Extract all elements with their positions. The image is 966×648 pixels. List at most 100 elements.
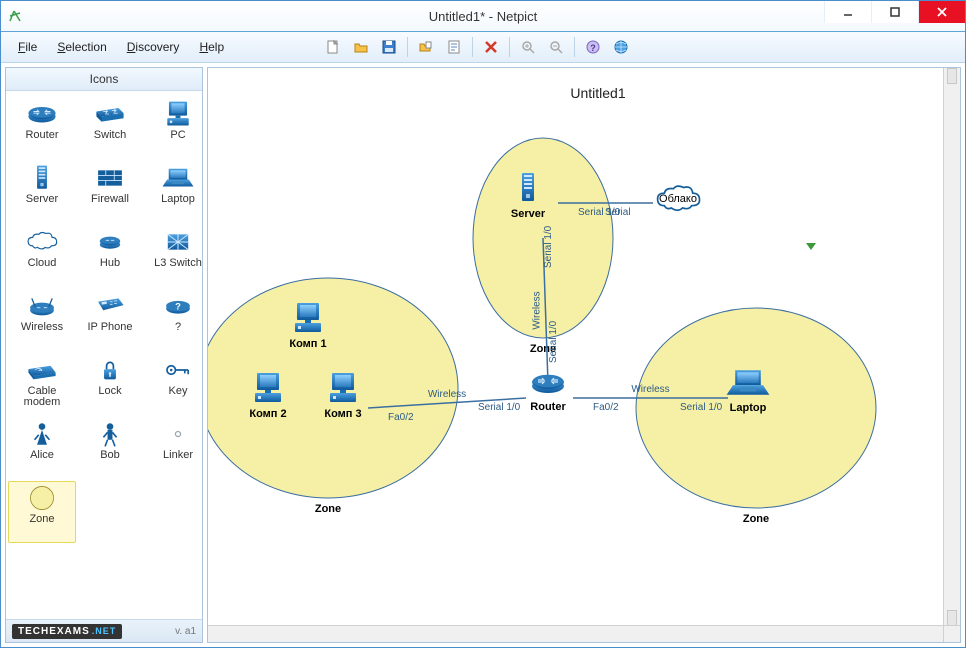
unknown-icon	[161, 292, 195, 320]
titlebar: Untitled1* - Netpict	[1, 1, 965, 32]
palette-label: Laptop	[161, 194, 195, 205]
canvas-pane: Untitled1ZoneZoneZoneWirelessFa0/2Serial…	[207, 67, 961, 643]
palette-wireless[interactable]: Wireless	[8, 289, 76, 351]
web-button[interactable]	[609, 35, 633, 59]
version-label: v. a1	[175, 626, 196, 637]
app-window: Untitled1* - Netpict File Selection Disc…	[0, 0, 966, 648]
help-button[interactable]: ?	[581, 35, 605, 59]
lock-icon	[93, 356, 127, 384]
node-cloud[interactable]: Облако	[658, 186, 700, 210]
icons-grid: Router Switch PC Server Firewall Laptop …	[6, 91, 202, 619]
techexams-logo: TECHEXAMS.NET	[12, 624, 122, 639]
link-to-label: Serial 1/0	[543, 225, 554, 268]
palette-label: Router	[25, 130, 58, 141]
menu-discovery[interactable]: Discovery	[118, 35, 189, 59]
menu-selection[interactable]: Selection	[48, 35, 115, 59]
delete-button[interactable]	[479, 35, 503, 59]
link-to-label: Serial	[605, 207, 631, 218]
zone-label: Zone	[315, 503, 341, 515]
palette-l3switch[interactable]: L3 Switch	[144, 225, 212, 287]
node-label: Комп 2	[249, 408, 286, 420]
palette-label: ?	[175, 322, 181, 333]
zoom-in-button[interactable]	[516, 35, 540, 59]
link-mid-label: Wireless	[428, 389, 466, 400]
palette-unknown[interactable]: ?	[144, 289, 212, 351]
linker-icon	[161, 420, 195, 448]
toolbar-separator	[407, 37, 408, 57]
menu-file[interactable]: File	[9, 35, 46, 59]
l3switch-icon	[161, 228, 195, 256]
menu-list: File Selection Discovery Help	[1, 35, 241, 59]
palette-alice[interactable]: Alice	[8, 417, 76, 479]
palette-zone[interactable]: Zone	[8, 481, 76, 543]
canvas-title: Untitled1	[570, 85, 625, 101]
bob-icon	[93, 420, 127, 448]
switch-icon	[93, 100, 127, 128]
alice-icon	[25, 420, 59, 448]
zone-icon	[25, 484, 59, 512]
vertical-scrollbar[interactable]	[943, 68, 960, 626]
horizontal-scrollbar[interactable]	[208, 625, 944, 642]
palette-cloud[interactable]: Cloud	[8, 225, 76, 287]
palette-ipphone[interactable]: IP Phone	[76, 289, 144, 351]
node-label: Router	[530, 401, 566, 413]
palette-cablemodem[interactable]: Cable modem	[8, 353, 76, 415]
server-icon	[25, 164, 59, 192]
palette-label: Server	[26, 194, 58, 205]
palette-label: Wireless	[21, 322, 63, 333]
palette-router[interactable]: Router	[8, 97, 76, 159]
palette-label: Cloud	[28, 258, 57, 269]
new-button[interactable]	[321, 35, 345, 59]
palette-laptop[interactable]: Laptop	[144, 161, 212, 223]
router-icon	[25, 100, 59, 128]
toolbar-separator	[509, 37, 510, 57]
palette-label: L3 Switch	[154, 258, 202, 269]
palette-linker[interactable]: Linker	[144, 417, 212, 479]
maximize-button[interactable]	[871, 1, 918, 23]
palette-key[interactable]: Key	[144, 353, 212, 415]
minimize-button[interactable]	[824, 1, 871, 23]
selection-marker-icon	[806, 243, 816, 250]
scroll-corner	[943, 625, 960, 642]
palette-lock[interactable]: Lock	[76, 353, 144, 415]
open-button[interactable]	[349, 35, 373, 59]
palette-label: Hub	[100, 258, 120, 269]
palette-pc[interactable]: PC	[144, 97, 212, 159]
palette-label: Bob	[100, 450, 120, 461]
palette-label: Switch	[94, 130, 126, 141]
copy-button[interactable]	[414, 35, 438, 59]
icons-panel: Icons Router Switch PC Server Firewall L…	[5, 67, 203, 643]
palette-label: Linker	[163, 450, 193, 461]
palette-bob[interactable]: Bob	[76, 417, 144, 479]
diagram-canvas[interactable]: Untitled1ZoneZoneZoneWirelessFa0/2Serial…	[208, 68, 944, 642]
toolbar: ?	[321, 35, 633, 59]
node-label: Облако	[659, 193, 697, 205]
cloud-icon	[25, 228, 59, 256]
key-icon	[161, 356, 195, 384]
menu-help[interactable]: Help	[190, 35, 233, 59]
palette-label: Key	[169, 386, 188, 397]
save-button[interactable]	[377, 35, 401, 59]
palette-server[interactable]: Server	[8, 161, 76, 223]
palette-label: Firewall	[91, 194, 129, 205]
clipboard-button[interactable]	[442, 35, 466, 59]
node-router[interactable]: Router	[530, 375, 566, 413]
zone-label: Zone	[743, 513, 769, 525]
window-title: Untitled1* - Netpict	[1, 9, 965, 24]
zoom-out-button[interactable]	[544, 35, 568, 59]
cablemodem-icon	[25, 356, 59, 384]
svg-text:?: ?	[590, 43, 596, 53]
palette-firewall[interactable]: Firewall	[76, 161, 144, 223]
link-from-label: Fa0/2	[593, 402, 619, 413]
node-label: Комп 3	[324, 408, 361, 420]
hub-icon	[93, 228, 127, 256]
app-icon	[7, 8, 23, 24]
node-label: Комп 1	[289, 338, 326, 350]
window-controls	[824, 1, 965, 23]
menubar: File Selection Discovery Help	[1, 32, 965, 63]
palette-label: Alice	[30, 450, 54, 461]
palette-switch[interactable]: Switch	[76, 97, 144, 159]
palette-hub[interactable]: Hub	[76, 225, 144, 287]
close-button[interactable]	[918, 1, 965, 23]
node-label: Laptop	[730, 402, 767, 414]
